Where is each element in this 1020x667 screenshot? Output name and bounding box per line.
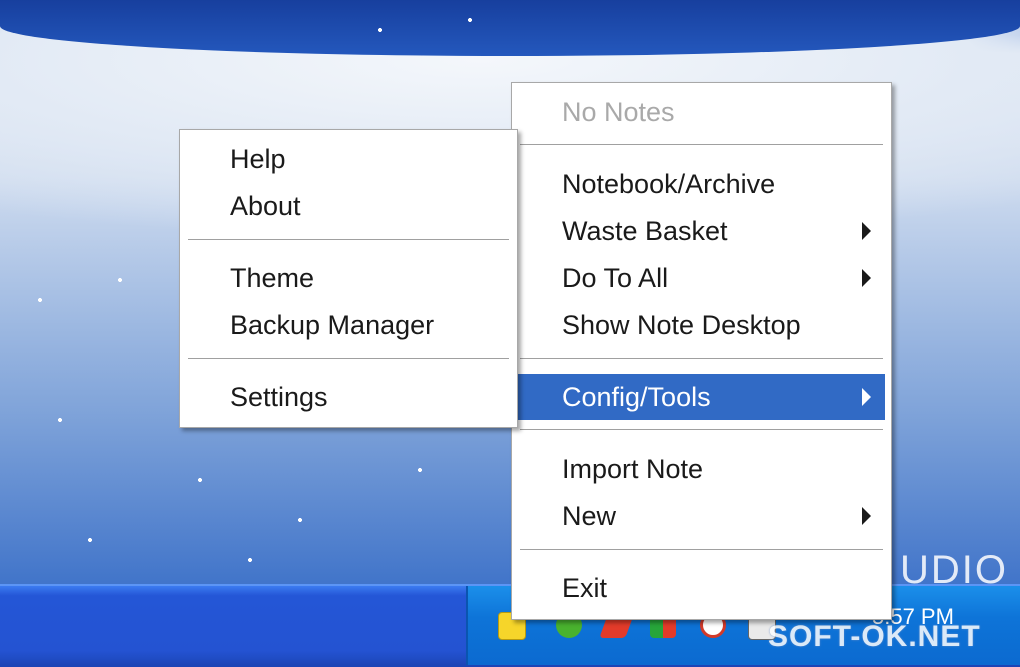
menu-item-label: Exit: [562, 573, 608, 603]
menu-item-label: Theme: [230, 263, 315, 293]
menu-item-waste-basket[interactable]: Waste Basket: [512, 208, 891, 254]
menu-item-label: Backup Manager: [230, 310, 435, 340]
main-context-menu: No Notes Notebook/Archive Waste Basket D…: [511, 82, 892, 620]
submenu-arrow-icon: [862, 507, 871, 525]
submenu-arrow-icon: [862, 222, 871, 240]
menu-separator: [188, 358, 509, 360]
menu-item-label: Settings: [230, 382, 328, 412]
menu-item-label: Waste Basket: [562, 216, 728, 246]
submenu-item-backup-manager[interactable]: Backup Manager: [180, 302, 517, 348]
menu-item-label: About: [230, 191, 301, 221]
submenu-item-theme[interactable]: Theme: [180, 255, 517, 301]
submenu-item-settings[interactable]: Settings: [180, 374, 517, 420]
menu-item-notebook-archive[interactable]: Notebook/Archive: [512, 161, 891, 207]
menu-item-label: Import Note: [562, 454, 704, 484]
menu-item-label: Notebook/Archive: [562, 169, 776, 199]
menu-item-show-note-desktop[interactable]: Show Note Desktop: [512, 302, 891, 348]
menu-separator: [520, 144, 883, 146]
menu-item-exit[interactable]: Exit: [512, 565, 891, 611]
menu-separator: [520, 429, 883, 431]
menu-item-import-note[interactable]: Import Note: [512, 446, 891, 492]
menu-item-label: New: [562, 501, 617, 531]
menu-item-no-notes: No Notes: [512, 89, 891, 135]
menu-separator: [188, 239, 509, 241]
menu-separator: [520, 549, 883, 551]
submenu-arrow-icon: [862, 388, 871, 406]
submenu-item-about[interactable]: About: [180, 183, 517, 229]
menu-item-label: Do To All: [562, 263, 669, 293]
menu-item-do-to-all[interactable]: Do To All: [512, 255, 891, 301]
submenu-item-help[interactable]: Help: [180, 136, 517, 182]
menu-item-label: Config/Tools: [562, 382, 711, 412]
submenu-arrow-icon: [862, 269, 871, 287]
menu-item-label: Show Note Desktop: [562, 310, 801, 340]
menu-item-label: Help: [230, 144, 286, 174]
menu-separator: [520, 358, 883, 360]
watermark-text: SOFT-OK.NET: [768, 620, 981, 653]
menu-item-label: No Notes: [562, 97, 675, 127]
config-tools-submenu: Help About Theme Backup Manager Settings: [179, 129, 518, 428]
menu-item-new[interactable]: New: [512, 493, 891, 539]
menu-item-config-tools[interactable]: Config/Tools: [518, 374, 885, 420]
